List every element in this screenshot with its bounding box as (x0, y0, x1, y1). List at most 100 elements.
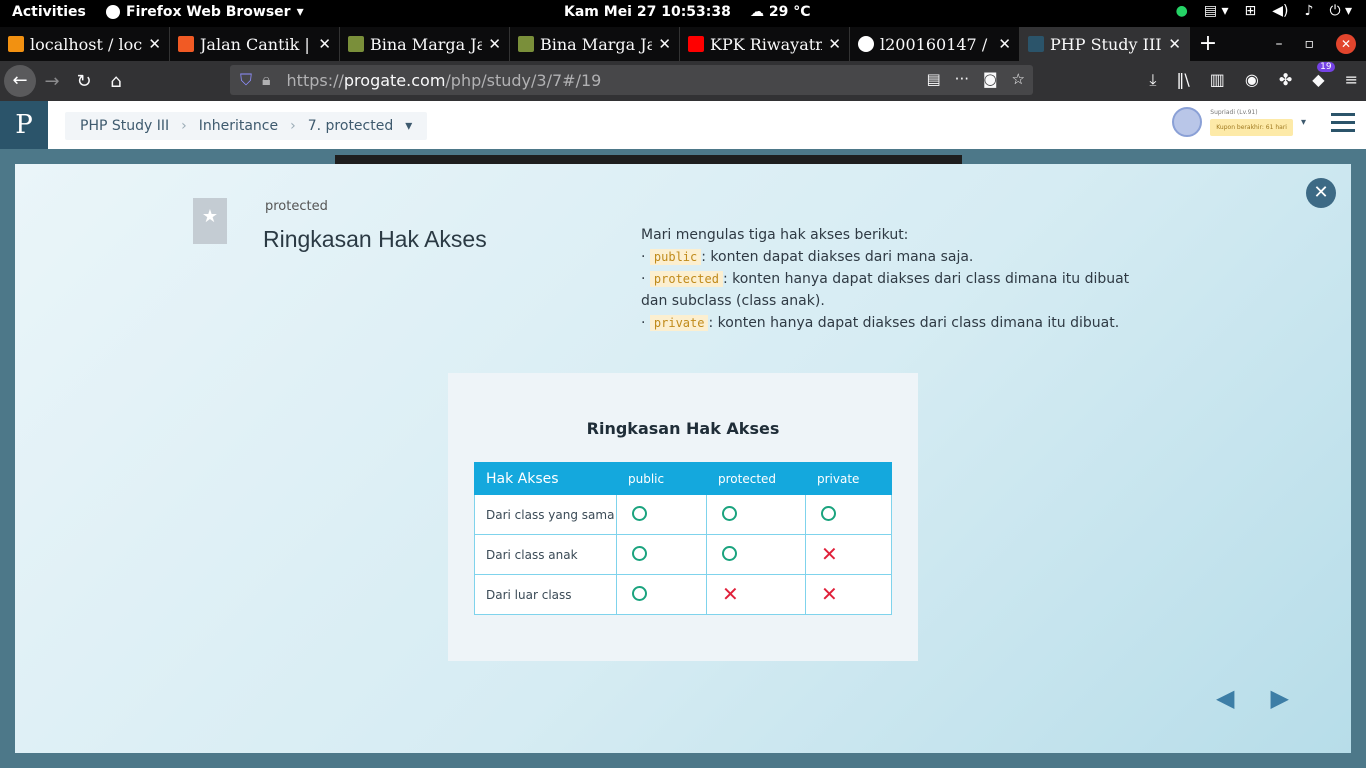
hamburger-menu-icon[interactable] (1331, 113, 1355, 137)
volume-icon[interactable]: ◀) (1272, 3, 1288, 19)
library-icon[interactable]: ‖\ (1176, 70, 1189, 90)
whatsapp-icon[interactable]: ● (1176, 3, 1188, 19)
window-close-icon[interactable]: ✕ (1336, 34, 1356, 54)
list-item: · protected: konten hanya dapat diakses … (641, 271, 1130, 309)
slide-modal: ★ protected Ringkasan Hak Akses ✕ Mari m… (15, 164, 1351, 753)
table-cell (616, 534, 707, 575)
navigation-bar: ← → ↻ ⌂ ⛉ 🔒︎ https://progate.com/php/stu… (0, 61, 1366, 101)
circle-icon (632, 505, 647, 521)
toolbar-right: ⤓ ‖\ ▥ ◉ ✤ ◆ 19 ≡ (1149, 62, 1358, 90)
previous-arrow-icon[interactable]: ◀ (1216, 684, 1234, 712)
breadcrumb-lesson[interactable]: 7. protected (308, 118, 394, 134)
chevron-down-icon[interactable]: ▾ (1301, 117, 1306, 128)
forward-button[interactable]: → (36, 71, 68, 92)
url-text[interactable]: https://progate.com/php/study/3/7#/19 (287, 71, 602, 90)
microphone-icon[interactable]: ♪ (1305, 3, 1314, 19)
network-icon[interactable]: ⊞ (1245, 3, 1257, 19)
progate-logo[interactable]: P (0, 101, 48, 149)
browser-tab-active[interactable]: PHP Study III ✕ (1020, 27, 1190, 61)
breadcrumb: PHP Study III › Inheritance › 7. protect… (65, 112, 428, 140)
site-icon (518, 36, 534, 52)
code-keyword: private (649, 315, 709, 331)
clock[interactable]: Kam Mei 27 10:53:38 (564, 4, 731, 20)
coupon-badge: Kupon berakhir: 61 hari (1210, 118, 1293, 136)
code-keyword: public (649, 249, 702, 265)
browser-tab[interactable]: localhost / loca ✕ (0, 27, 170, 61)
slide-navigation: ◀ ▶ (1216, 684, 1289, 712)
system-tray[interactable]: ● ▤ ▾ ⊞ ◀) ♪ ⏻ ▾ (1176, 3, 1352, 19)
cross-icon: ✕ (821, 581, 838, 606)
table-cell: ✕ (805, 534, 892, 575)
column-header: Hak Akses (474, 462, 617, 495)
row-label: Dari class yang sama (474, 494, 617, 535)
table-cell (616, 494, 707, 535)
browser-tab[interactable]: Jalan Cantik | ✕ (170, 27, 340, 61)
minimize-icon[interactable]: – (1276, 36, 1283, 52)
new-tab-button[interactable]: + (1190, 27, 1226, 61)
user-menu[interactable]: Supriadi (Lv.91) Kupon berakhir: 61 hari… (1172, 107, 1306, 137)
row-label: Dari luar class (474, 574, 617, 615)
circle-icon (722, 545, 737, 561)
close-icon[interactable]: ✕ (998, 35, 1011, 53)
activities-button[interactable]: Activities (12, 4, 86, 20)
close-icon[interactable]: ✕ (828, 35, 841, 53)
extension-badge-icon[interactable]: ◆ 19 (1312, 62, 1335, 90)
system-top-bar: Activities Firefox Web Browser ▾ Kam Mei… (0, 0, 1366, 27)
reload-button[interactable]: ↻ (68, 71, 100, 92)
table-cell (805, 494, 892, 535)
home-button[interactable]: ⌂ (100, 71, 132, 92)
table-cell (706, 494, 806, 535)
site-header: P PHP Study III › Inheritance › 7. prote… (0, 101, 1366, 149)
intro-text: Mari mengulas tiga hak akses berikut: (641, 227, 909, 243)
circle-icon (632, 545, 647, 561)
extension-icon[interactable]: ✤ (1279, 70, 1292, 90)
download-icon[interactable]: ⤓ (1149, 70, 1156, 90)
lock-icon[interactable]: 🔒︎ (262, 70, 271, 90)
clipboard-icon[interactable]: ▤ ▾ (1204, 3, 1229, 19)
window-controls: – ▫ ✕ (1276, 27, 1366, 61)
weather[interactable]: ☁ 29 °C (750, 4, 811, 20)
sidebar-icon[interactable]: ▥ (1210, 70, 1225, 90)
avatar[interactable] (1172, 107, 1203, 137)
browser-tab[interactable]: KPK Riwayatm ✕ (680, 27, 850, 61)
pocket-icon[interactable]: ◙ (983, 70, 998, 88)
back-button[interactable]: ← (4, 65, 36, 97)
tab-label: PHP Study III (1050, 34, 1162, 54)
bookmark-star-icon[interactable]: ★ (193, 198, 227, 244)
browser-tab[interactable]: Bina Marga Ja ✕ (510, 27, 680, 61)
power-icon[interactable]: ⏻ ▾ (1329, 3, 1352, 19)
close-icon[interactable]: ✕ (148, 35, 161, 53)
browser-tab[interactable]: Bina Marga Ja ✕ (340, 27, 510, 61)
cloud-icon: ☁ (750, 4, 764, 20)
close-icon[interactable]: ✕ (488, 35, 501, 53)
url-bar[interactable]: ⛉ 🔒︎ https://progate.com/php/study/3/7#/… (230, 65, 1033, 95)
lesson-description: Mari mengulas tiga hak akses berikut: · … (641, 224, 1141, 334)
close-icon[interactable]: ✕ (1306, 178, 1336, 208)
badge-count: 19 (1317, 62, 1335, 72)
browser-tab[interactable]: l200160147 / I ✕ (850, 27, 1020, 61)
breadcrumb-course[interactable]: PHP Study III (80, 118, 169, 134)
site-icon (348, 36, 364, 52)
cross-icon: ✕ (821, 541, 838, 566)
code-keyword: protected (649, 271, 723, 287)
maximize-icon[interactable]: ▫ (1305, 36, 1315, 52)
tab-label: localhost / loca (30, 34, 143, 54)
account-icon[interactable]: ◉ (1245, 70, 1259, 90)
close-icon[interactable]: ✕ (658, 35, 671, 53)
breadcrumb-chapter[interactable]: Inheritance (199, 118, 278, 134)
progate-icon (1028, 36, 1044, 52)
chevron-down-icon[interactable]: ▾ (405, 118, 412, 134)
more-actions-icon[interactable]: ··· (955, 70, 969, 88)
close-icon[interactable]: ✕ (1168, 35, 1181, 53)
firefox-icon (106, 5, 120, 19)
next-arrow-icon[interactable]: ▶ (1270, 684, 1288, 712)
reader-view-icon[interactable]: ▤ (926, 70, 940, 88)
column-header: private (805, 462, 892, 495)
app-menu[interactable]: Firefox Web Browser ▾ (106, 4, 304, 20)
site-icon (178, 36, 194, 52)
shield-icon[interactable]: ⛉ (240, 70, 252, 90)
tab-label: Jalan Cantik | (200, 34, 310, 54)
bookmark-star-icon[interactable]: ☆ (1012, 70, 1025, 88)
menu-icon[interactable]: ≡ (1345, 70, 1358, 90)
close-icon[interactable]: ✕ (318, 35, 331, 53)
